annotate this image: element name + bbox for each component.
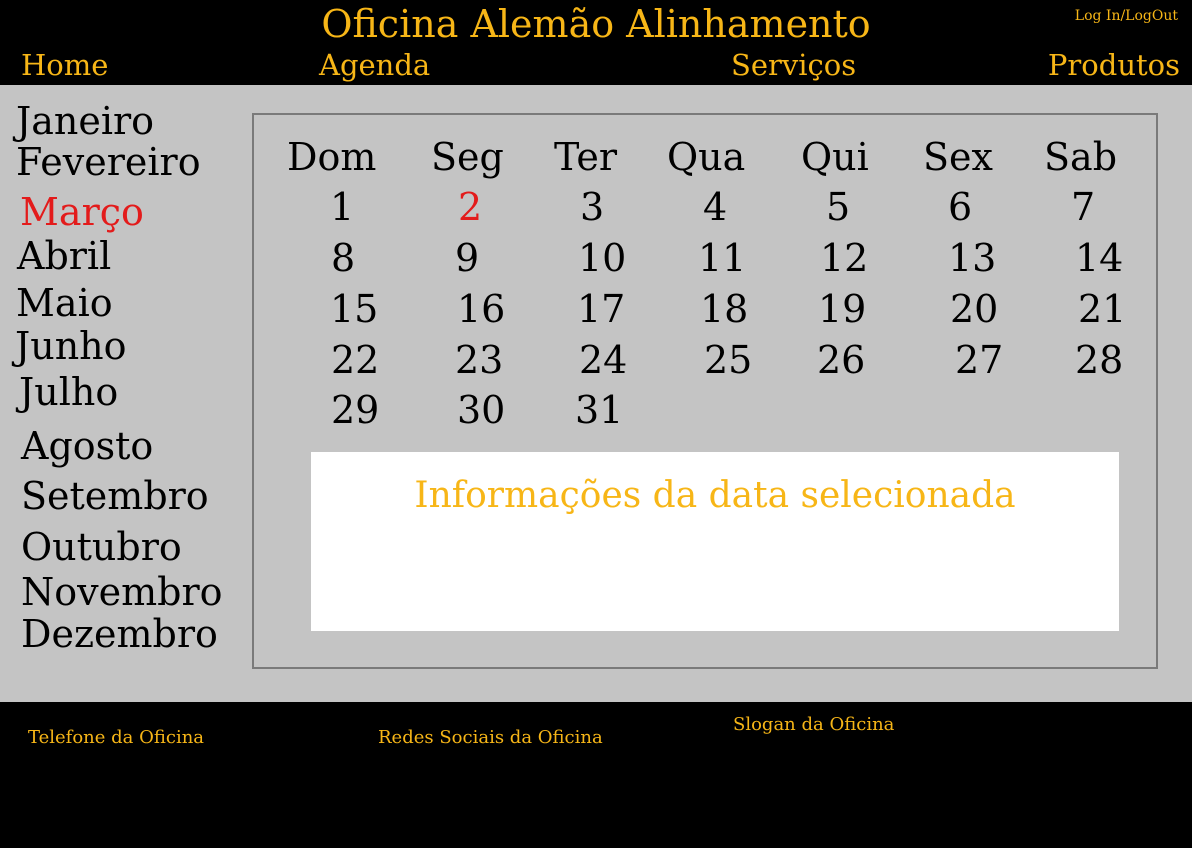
calendar-day[interactable]: 7 bbox=[1071, 185, 1095, 229]
calendar-day[interactable]: 25 bbox=[704, 338, 752, 382]
calendar-day[interactable]: 21 bbox=[1078, 287, 1126, 331]
month-item[interactable]: Junho bbox=[15, 324, 127, 368]
month-item[interactable]: Novembro bbox=[21, 570, 223, 614]
calendar-day-selected[interactable]: 2 bbox=[458, 185, 482, 229]
calendar-day[interactable]: 24 bbox=[579, 338, 627, 382]
nav-servicos[interactable]: Serviços bbox=[731, 45, 856, 85]
calendar-day[interactable]: 17 bbox=[577, 287, 625, 331]
calendar-day[interactable]: 31 bbox=[575, 388, 623, 432]
weekday-label: Qua bbox=[667, 135, 746, 179]
calendar-day[interactable]: 16 bbox=[457, 287, 505, 331]
calendar-day[interactable]: 11 bbox=[698, 236, 746, 280]
calendar-day[interactable]: 22 bbox=[331, 338, 379, 382]
weekday-label: Sex bbox=[923, 135, 993, 179]
calendar-day[interactable]: 10 bbox=[578, 236, 626, 280]
month-item[interactable]: Fevereiro bbox=[16, 140, 201, 184]
main-content: Janeiro Fevereiro Março Abril Maio Junho… bbox=[0, 85, 1192, 702]
calendar-day[interactable]: 3 bbox=[580, 185, 604, 229]
footer-slogan: Slogan da Oficina bbox=[733, 714, 895, 735]
calendar-day[interactable]: 20 bbox=[950, 287, 998, 331]
calendar-day[interactable]: 23 bbox=[455, 338, 503, 382]
date-info-title: Informações da data selecionada bbox=[414, 475, 1016, 516]
site-footer: Telefone da Oficina Redes Sociais da Ofi… bbox=[0, 702, 1192, 848]
calendar-day[interactable]: 29 bbox=[331, 388, 379, 432]
weekday-label: Sab bbox=[1044, 135, 1118, 179]
calendar-day[interactable]: 18 bbox=[700, 287, 748, 331]
weekday-label: Seg bbox=[431, 135, 504, 179]
calendar-day[interactable]: 27 bbox=[955, 338, 1003, 382]
month-item[interactable]: Dezembro bbox=[21, 612, 218, 656]
nav-home[interactable]: Home bbox=[21, 45, 108, 85]
site-header: Oficina Alemão Alinhamento Log In/LogOut… bbox=[0, 0, 1192, 85]
month-item[interactable]: Julho bbox=[19, 370, 118, 414]
nav-produtos[interactable]: Produtos bbox=[1048, 45, 1180, 85]
calendar-day[interactable]: 26 bbox=[817, 338, 865, 382]
site-title: Oficina Alemão Alinhamento bbox=[321, 2, 871, 46]
weekday-label: Qui bbox=[801, 135, 869, 179]
calendar-day[interactable]: 14 bbox=[1075, 236, 1123, 280]
footer-phone: Telefone da Oficina bbox=[28, 727, 205, 748]
footer-social[interactable]: Redes Sociais da Oficina bbox=[378, 726, 603, 750]
date-info-box: Informações da data selecionada bbox=[311, 452, 1119, 631]
calendar-day[interactable]: 5 bbox=[826, 185, 850, 229]
month-item[interactable]: Abril bbox=[17, 234, 111, 278]
calendar-panel: Dom Seg Ter Qua Qui Sex Sab 1 2 3 4 5 6 … bbox=[252, 113, 1158, 669]
calendar-day[interactable]: 15 bbox=[330, 287, 378, 331]
month-item[interactable]: Setembro bbox=[21, 474, 209, 518]
calendar-day[interactable]: 12 bbox=[820, 236, 868, 280]
calendar-day[interactable]: 28 bbox=[1075, 338, 1123, 382]
month-item[interactable]: Agosto bbox=[21, 424, 153, 468]
calendar-day[interactable]: 13 bbox=[948, 236, 996, 280]
calendar-day[interactable]: 1 bbox=[330, 185, 354, 229]
calendar-day[interactable]: 6 bbox=[948, 185, 972, 229]
month-item-selected[interactable]: Março bbox=[20, 190, 144, 234]
month-item[interactable]: Outubro bbox=[21, 525, 182, 569]
calendar-day[interactable]: 30 bbox=[457, 388, 505, 432]
month-item[interactable]: Maio bbox=[16, 281, 113, 325]
month-item[interactable]: Janeiro bbox=[16, 99, 154, 143]
weekday-label: Ter bbox=[554, 135, 618, 179]
weekday-label: Dom bbox=[287, 135, 377, 179]
calendar-day[interactable]: 19 bbox=[818, 287, 866, 331]
login-logout-link[interactable]: Log In/LogOut bbox=[1075, 8, 1178, 24]
nav-agenda[interactable]: Agenda bbox=[319, 45, 430, 85]
calendar-day[interactable]: 4 bbox=[703, 185, 727, 229]
calendar-day[interactable]: 9 bbox=[455, 236, 479, 280]
calendar-day[interactable]: 8 bbox=[331, 236, 355, 280]
